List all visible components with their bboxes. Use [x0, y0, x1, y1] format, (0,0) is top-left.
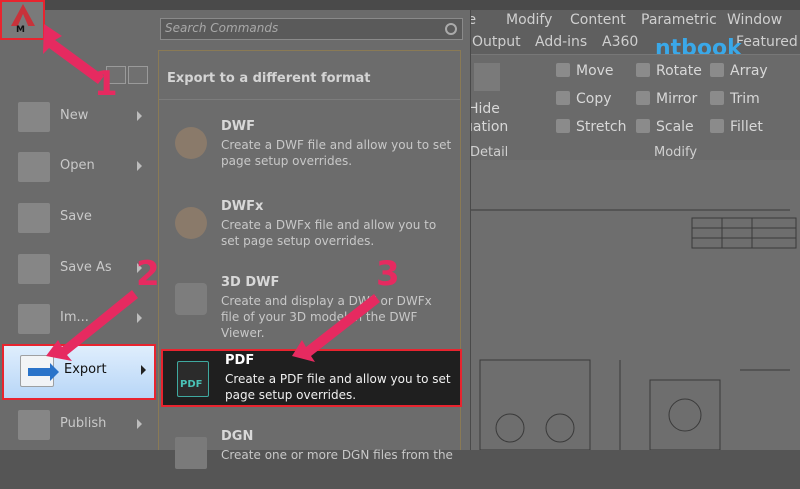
scale-button[interactable]: Scale [636, 119, 694, 135]
export-dgn-item[interactable]: DGN Create one or more DGN files from th… [159, 419, 460, 489]
menu-item-open[interactable]: Open [0, 142, 155, 192]
publish-icon [18, 410, 50, 440]
dwfx-icon [175, 207, 207, 239]
export-dwf-item[interactable]: DWF Create a DWF file and allow you to s… [159, 109, 460, 179]
application-menu-button[interactable]: M [0, 0, 45, 40]
search-input[interactable]: Search Commands [165, 21, 278, 35]
tab-output[interactable]: Output [472, 34, 521, 50]
callout-number-1: 1 [94, 64, 118, 104]
scale-icon [636, 119, 650, 133]
3d-dwf-icon [175, 283, 207, 315]
menu-item-save[interactable]: Save [0, 193, 155, 243]
menu-item-save-as[interactable]: Save As [0, 244, 155, 294]
copy-icon [556, 91, 570, 105]
move-icon [556, 63, 570, 77]
menu-modify[interactable]: Modify [506, 12, 552, 28]
mirror-button[interactable]: Mirror [636, 91, 697, 107]
export-pdf-item[interactable]: PDF PDF Create a PDF file and allow you … [161, 349, 462, 407]
menu-content[interactable]: Content [570, 12, 626, 28]
menu-item-import[interactable]: Im... [0, 294, 155, 344]
stretch-button[interactable]: Stretch [556, 119, 627, 135]
floppy-disk-icon [18, 203, 50, 233]
tab-featured[interactable]: Featured [736, 34, 798, 50]
ribbon-tabs: Output Add-ins A360 Featured [460, 32, 800, 54]
copy-button[interactable]: Copy [556, 91, 612, 107]
menu-parametric[interactable]: Parametric [641, 12, 717, 28]
tab-a360[interactable]: A360 [602, 34, 638, 50]
submenu-header: Export to a different format [167, 71, 371, 86]
export-3d-dwf-item[interactable]: 3D DWF Create and display a DWF or DWFx … [159, 265, 460, 340]
application-menu: New Open Save Save As Im... Export Publi… [0, 10, 471, 469]
menu-bar: te Modify Content Parametric Window [460, 8, 800, 32]
dwf-icon [175, 127, 207, 159]
save-as-icon [18, 254, 50, 284]
chevron-right-icon [141, 365, 146, 375]
stretch-icon [556, 119, 570, 133]
chevron-right-icon [137, 111, 142, 121]
array-button[interactable]: Array [710, 63, 768, 79]
hide-icon [474, 63, 500, 91]
fillet-icon [710, 119, 724, 133]
chevron-right-icon [137, 161, 142, 171]
rotate-icon [636, 63, 650, 77]
app-logo-icon [11, 4, 35, 26]
export-arrow-icon [28, 368, 52, 376]
search-commands-box[interactable]: Search Commands [160, 18, 463, 40]
export-arrowhead-icon [50, 363, 59, 381]
hide-button[interactable]: Hide [468, 101, 500, 117]
trim-button[interactable]: Trim [710, 91, 760, 107]
mirror-icon [636, 91, 650, 105]
chevron-right-icon [137, 419, 142, 429]
submenu-divider [159, 99, 460, 100]
export-submenu: Export to a different format DWF Create … [158, 50, 462, 469]
callout-number-2: 2 [136, 254, 160, 294]
panel-label-detail: Detail [470, 145, 509, 160]
ribbon-panel: Hide uation Detail Move Rotate Array Cop… [460, 54, 800, 161]
menu-window[interactable]: Window [727, 12, 782, 28]
array-icon [710, 63, 724, 77]
open-documents-icon[interactable] [128, 66, 148, 84]
move-button[interactable]: Move [556, 63, 614, 79]
menu-item-new[interactable]: New [0, 92, 155, 142]
menu-item-export[interactable]: Export [2, 344, 156, 400]
chevron-right-icon [137, 313, 142, 323]
tab-add-ins[interactable]: Add-ins [535, 34, 587, 50]
export-dwfx-item[interactable]: DWFx Create a DWFx file and allow you to… [159, 189, 460, 259]
drawing-linework [470, 209, 797, 450]
menu-item-publish[interactable]: Publish [0, 400, 155, 450]
pdf-file-icon: PDF [177, 361, 209, 397]
application-menu-left-column: New Open Save Save As Im... Export Publi… [0, 10, 158, 450]
panel-label-modify: Modify [654, 145, 698, 160]
fillet-button[interactable]: Fillet [710, 119, 763, 135]
dgn-icon [175, 437, 207, 469]
drawing-canvas[interactable] [460, 160, 800, 450]
new-file-icon [18, 102, 50, 132]
trim-icon [710, 91, 724, 105]
search-icon[interactable] [445, 23, 457, 35]
folder-open-icon [18, 152, 50, 182]
callout-number-3: 3 [376, 254, 400, 294]
import-icon [18, 304, 50, 334]
rotate-button[interactable]: Rotate [636, 63, 702, 79]
